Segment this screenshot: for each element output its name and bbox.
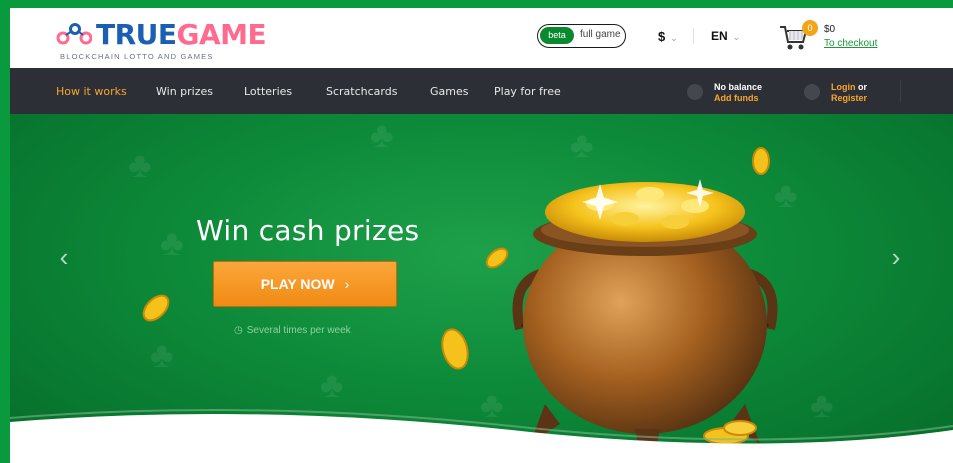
nav-item-win-prizes[interactable]: Win prizes <box>156 85 213 98</box>
logo-wordmark: TRUEGAME <box>96 18 267 51</box>
chevron-right-icon: › <box>344 276 350 292</box>
add-funds-link[interactable]: Add funds <box>714 93 759 103</box>
nav-item-play-for-free[interactable]: Play for free <box>494 85 561 98</box>
clover-icon: ♣ <box>160 222 184 263</box>
checkout-link[interactable]: To checkout <box>824 38 877 49</box>
chevron-down-icon: ⌄ <box>732 32 741 42</box>
nav-item-how-it-works[interactable]: How it works <box>56 85 127 98</box>
coin-icon <box>142 294 170 322</box>
nav-item-scratchcards[interactable]: Scratchcards <box>326 85 397 98</box>
cart-amount: $0 <box>824 24 836 35</box>
balance-status: No balance <box>714 82 763 92</box>
full-game-label: full game <box>580 29 621 40</box>
currency-selector[interactable]: $ ⌄ <box>658 29 678 44</box>
nav-item-lotteries[interactable]: Lotteries <box>244 85 292 98</box>
wallet-icon <box>687 84 703 100</box>
arrow-right-icon[interactable]: › <box>886 242 906 272</box>
language-selector[interactable]: EN ⌄ <box>711 29 740 43</box>
logo-text-true: TRUE <box>96 18 177 51</box>
play-now-button[interactable]: PLAY NOW › <box>213 261 397 307</box>
login-link[interactable]: Login <box>831 82 856 92</box>
main-nav: How it works Win prizes Lotteries Scratc… <box>10 68 953 114</box>
login-row: Login or <box>831 82 867 92</box>
version-toggle[interactable]: beta full game <box>537 24 626 48</box>
cart-count-badge: 0 <box>802 20 818 36</box>
logo-text-game: GAME <box>176 18 267 51</box>
schedule-text: Several times per week <box>246 325 351 336</box>
play-now-label: PLAY NOW <box>260 276 335 292</box>
page: TRUEGAME BLOCKCHAIN LOTTO AND GAMES beta… <box>10 8 953 463</box>
cart-button[interactable]: 0 <box>778 20 818 52</box>
coin-icon <box>485 247 509 269</box>
logo[interactable]: TRUEGAME BLOCKCHAIN LOTTO AND GAMES <box>56 16 267 61</box>
currency-value: $ <box>658 29 666 44</box>
beta-pill: beta <box>540 27 574 44</box>
login-or-text: or <box>858 82 868 92</box>
clover-icon: ♣ <box>150 334 174 375</box>
clover-icon: ♣ <box>128 144 152 185</box>
logo-mark-icon <box>56 23 92 45</box>
coin-icon <box>441 328 469 370</box>
register-link[interactable]: Register <box>831 93 867 103</box>
language-value: EN <box>711 29 728 43</box>
logo-tagline: BLOCKCHAIN LOTTO AND GAMES <box>60 52 214 61</box>
hero-banner: ♣ ♣ ♣ ♣ ♣ ♣ ♣ ♣ ♣ ‹ › Win cash prizes PL… <box>10 114 953 463</box>
clover-icon: ♣ <box>320 364 344 405</box>
hero-wave-divider <box>10 409 953 463</box>
arrow-left-icon[interactable]: ‹ <box>54 242 74 272</box>
clock-icon: ◷ <box>234 325 243 336</box>
chevron-down-icon: ⌄ <box>670 33 678 43</box>
coin-icon <box>752 147 770 175</box>
top-header: TRUEGAME BLOCKCHAIN LOTTO AND GAMES beta… <box>10 8 953 68</box>
nav-divider <box>900 80 901 102</box>
draw-schedule: ◷ Several times per week <box>234 325 351 336</box>
user-icon <box>804 84 820 100</box>
header-divider <box>693 28 694 44</box>
nav-item-games[interactable]: Games <box>430 85 468 98</box>
hero-title: Win cash prizes <box>196 214 420 247</box>
clover-icon: ♣ <box>370 114 394 155</box>
